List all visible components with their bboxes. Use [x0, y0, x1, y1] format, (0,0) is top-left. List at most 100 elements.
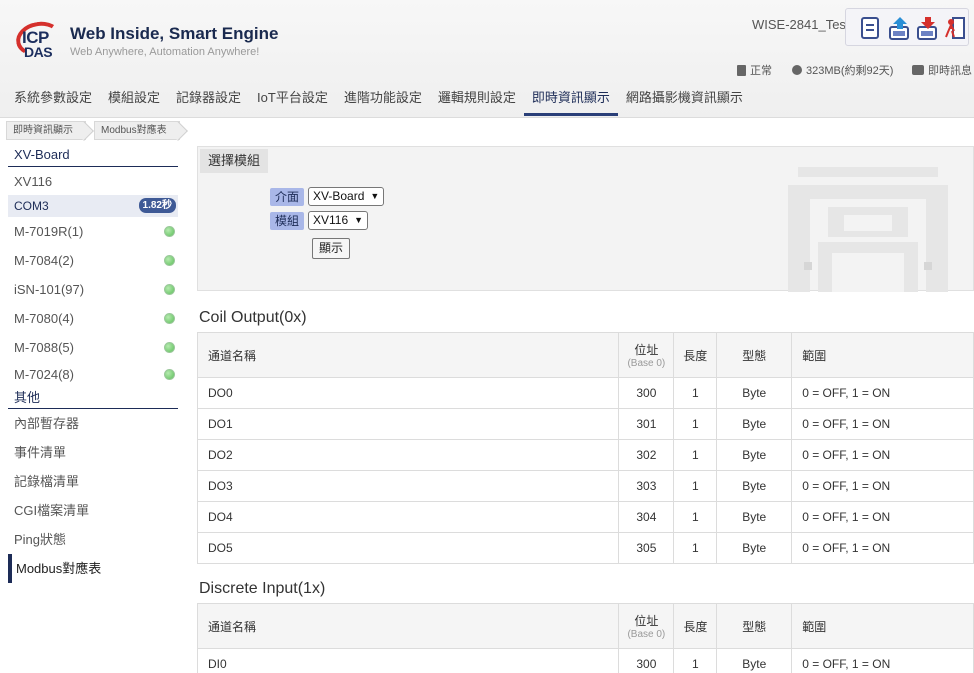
nav-ip-camera-info[interactable]: 網路攝影機資訊顯示 [618, 80, 751, 116]
module-label: M-7080(4) [14, 311, 74, 326]
interface-select[interactable]: XV-Board ▼ [308, 187, 385, 206]
status-led-icon [164, 369, 175, 380]
breadcrumb-realtime-info[interactable]: 即時資訊顯示 [6, 121, 86, 140]
table-row: DO3 303 1 Byte 0 = OFF, 1 = ON [196, 470, 974, 502]
cell-name: DO4 [196, 501, 620, 533]
sidebar-group-other[interactable]: 其他 [8, 388, 178, 409]
status-led-icon [164, 226, 175, 237]
cell-name: DI0 [196, 648, 620, 673]
address-header-label: 位址 [634, 343, 659, 357]
download-icon[interactable] [916, 15, 940, 41]
cell-length: 1 [673, 648, 718, 673]
column-length: 長度 [673, 603, 718, 649]
cell-name: DO2 [196, 439, 620, 471]
cell-range: 0 = OFF, 1 = ON [791, 408, 974, 440]
cell-type: Byte [716, 408, 793, 440]
cell-type: Byte [716, 501, 793, 533]
main-nav: 系統參數設定 模組設定 記錄器設定 IoT平台設定 進階功能設定 邏輯規則設定 … [0, 80, 751, 116]
document-icon[interactable] [858, 15, 882, 41]
brand-title: Web Inside, Smart Engine [70, 24, 279, 43]
cell-length: 1 [673, 377, 718, 409]
polling-time-badge: 1.82秒 [138, 198, 176, 213]
sidebar-item-internal-registers[interactable]: 內部暫存器 [8, 409, 178, 438]
realtime-message-label: 即時訊息 [928, 65, 972, 77]
header-toolbar [845, 8, 969, 46]
sidebar-item-xv116[interactable]: XV116 [8, 167, 178, 195]
module-select[interactable]: XV116 ▼ [308, 211, 369, 230]
sidebar-item-event-list[interactable]: 事件清單 [8, 438, 178, 467]
sidebar-item-module[interactable]: M-7024(8) [8, 362, 178, 388]
status-normal: 正常 [737, 62, 772, 78]
table-row: DI0 300 1 Byte 0 = OFF, 1 = ON [196, 648, 974, 673]
sidebar-item-module[interactable]: M-7088(5) [8, 333, 178, 362]
cell-type: Byte [716, 439, 793, 471]
nav-system-settings[interactable]: 系統參數設定 [0, 80, 100, 116]
sidebar-item-module[interactable]: M-7080(4) [8, 304, 178, 333]
cell-range: 0 = OFF, 1 = ON [791, 377, 974, 409]
cell-range: 0 = OFF, 1 = ON [791, 470, 974, 502]
cell-address: 300 [618, 377, 675, 409]
sidebar-item-ping-status[interactable]: Ping狀態 [8, 525, 178, 554]
module-select-panel: 選擇模組 介面 XV-Board ▼ 模組 XV116 ▼ 顯示 [197, 146, 974, 292]
module-label: M-7084(2) [14, 253, 74, 268]
upload-icon[interactable] [888, 15, 912, 41]
app-header: ICP DAS Web Inside, Smart Engine Web Any… [0, 0, 974, 118]
cell-length: 1 [673, 532, 718, 564]
table-row: DO2 302 1 Byte 0 = OFF, 1 = ON [196, 439, 974, 471]
interface-select-value: XV-Board [313, 189, 365, 203]
sidebar-item-module[interactable]: M-7019R(1) [8, 217, 178, 246]
base-hint: (Base 0) [627, 358, 666, 369]
sidebar-item-com3[interactable]: COM3 1.82秒 [8, 195, 178, 217]
module-label: M-7024(8) [14, 367, 74, 382]
cell-type: Byte [716, 648, 793, 673]
module-label: M-7088(5) [14, 340, 74, 355]
cell-address: 300 [618, 648, 675, 673]
select-module-tab[interactable]: 選擇模組 [200, 149, 269, 173]
logout-icon[interactable] [944, 15, 968, 41]
interface-row: 介面 XV-Board ▼ [270, 187, 385, 206]
module-label: 模組 [270, 211, 305, 230]
storage-icon [792, 65, 802, 75]
column-type: 型態 [716, 603, 793, 649]
message-icon [912, 65, 924, 75]
nav-logger-settings[interactable]: 記錄器設定 [168, 80, 249, 116]
breadcrumb-modbus-table[interactable]: Modbus對應表 [94, 121, 180, 140]
sidebar-item-module[interactable]: M-7084(2) [8, 246, 178, 275]
column-range: 範圍 [791, 332, 974, 378]
breadcrumb: 即時資訊顯示 Modbus對應表 [6, 121, 182, 140]
status-led-icon [164, 313, 175, 324]
sidebar-item-cgi-file-list[interactable]: CGI檔案清單 [8, 496, 178, 525]
icpdas-logo: ICP DAS [13, 18, 65, 60]
cell-type: Byte [716, 377, 793, 409]
sidebar-group-xv-board[interactable]: XV-Board [8, 144, 178, 167]
realtime-message[interactable]: 即時訊息 [912, 62, 972, 78]
cell-length: 1 [673, 439, 718, 471]
cell-type: Byte [716, 470, 793, 502]
table-row: DO5 305 1 Byte 0 = OFF, 1 = ON [196, 532, 974, 564]
cell-address: 302 [618, 439, 675, 471]
cell-type: Byte [716, 532, 793, 564]
column-address: 位址 (Base 0) [618, 603, 675, 649]
nav-module-settings[interactable]: 模組設定 [100, 80, 168, 116]
coil-output-table: 通道名稱 位址 (Base 0) 長度 型態 範圍 DO0 300 1 Byte 0 = … [196, 332, 974, 564]
cell-address: 305 [618, 532, 675, 564]
sidebar-item-modbus-table[interactable]: Modbus對應表 [8, 554, 178, 583]
cell-name: DO0 [196, 377, 620, 409]
status-normal-label: 正常 [750, 65, 772, 77]
cell-name: DO1 [196, 408, 620, 440]
nav-logic-rules-settings[interactable]: 邏輯規則設定 [430, 80, 524, 116]
show-button[interactable]: 顯示 [312, 238, 351, 259]
cell-length: 1 [673, 470, 718, 502]
sidebar-item-module[interactable]: iSN-101(97) [8, 275, 178, 304]
column-channel-name: 通道名稱 [196, 332, 620, 378]
sidebar: XV-Board XV116 COM3 1.82秒 M-7019R(1) M-7… [8, 144, 178, 583]
nav-iot-platform-settings[interactable]: IoT平台設定 [249, 80, 336, 116]
cell-address: 304 [618, 501, 675, 533]
nav-realtime-info[interactable]: 即時資訊顯示 [523, 80, 618, 116]
nav-advanced-settings[interactable]: 進階功能設定 [336, 80, 430, 116]
sidebar-item-log-file-list[interactable]: 記錄檔清單 [8, 467, 178, 496]
chevron-down-icon: ▼ [370, 191, 380, 201]
storage-status: 323MB(約剩92天) [792, 62, 893, 78]
column-type: 型態 [716, 332, 793, 378]
power-status-icon [737, 64, 746, 76]
